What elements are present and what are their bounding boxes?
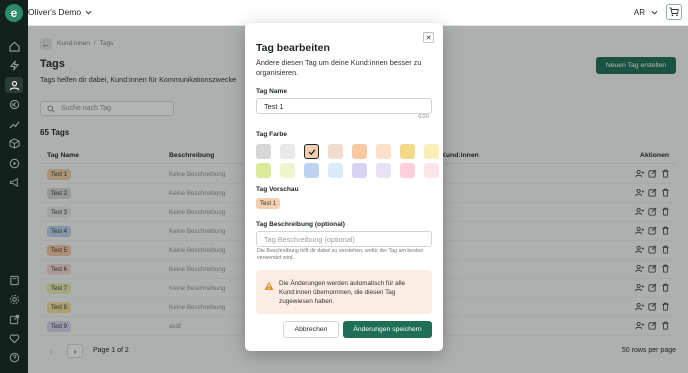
box-icon[interactable]: [8, 137, 20, 149]
workspace-name: Oliver's Demo: [28, 7, 82, 17]
color-swatch[interactable]: [424, 163, 439, 178]
play-icon[interactable]: [8, 157, 20, 169]
color-swatch[interactable]: [400, 144, 415, 159]
color-swatch[interactable]: [280, 144, 295, 159]
tag-name-label: Tag Name: [256, 88, 288, 95]
char-counter: 6/20: [418, 114, 429, 120]
euro-icon[interactable]: [8, 98, 20, 110]
color-swatch[interactable]: [304, 144, 319, 159]
tag-preview-label: Tag Vorschau: [256, 186, 299, 193]
tag-preview: Test 1: [256, 198, 281, 209]
sidebar: e: [0, 0, 28, 373]
chevron-down-icon: [651, 10, 658, 15]
close-icon: ✕: [425, 34, 432, 42]
tag-description-input[interactable]: Tag Beschreibung (optional): [256, 231, 432, 247]
cart-icon: [669, 7, 679, 17]
lightning-icon[interactable]: [8, 59, 20, 71]
cart-button[interactable]: [666, 4, 682, 20]
megaphone-icon[interactable]: [8, 176, 20, 188]
modal-title: Tag bearbeiten: [256, 42, 330, 54]
modal-subtitle: Ändere diesen Tag um deine Kund:innen be…: [256, 58, 422, 77]
settings-icon[interactable]: [8, 293, 20, 305]
color-swatch[interactable]: [280, 163, 295, 178]
color-swatch[interactable]: [376, 163, 391, 178]
save-changes-button[interactable]: Änderungen speichern: [343, 321, 432, 338]
checkmark-icon: [308, 148, 315, 155]
color-swatch[interactable]: [328, 144, 343, 159]
chart-icon[interactable]: [8, 118, 20, 130]
tag-name-input[interactable]: Test 1: [256, 98, 432, 114]
description-hint: Die Beschreibung hilft dir dabei zu vers…: [257, 248, 424, 261]
color-swatch[interactable]: [352, 144, 367, 159]
language-switcher[interactable]: AR: [634, 8, 658, 17]
color-swatch[interactable]: [352, 163, 367, 178]
color-swatch[interactable]: [424, 144, 439, 159]
color-swatch[interactable]: [328, 163, 343, 178]
workspace-switcher[interactable]: Oliver's Demo: [28, 7, 92, 17]
tag-color-label: Tag Farbe: [256, 131, 288, 138]
color-swatch[interactable]: [256, 163, 271, 178]
warning-banner: Die Änderungen werden automatisch für al…: [256, 270, 432, 314]
color-swatch[interactable]: [256, 144, 271, 159]
cancel-button[interactable]: Abbrechen: [283, 321, 339, 338]
warning-text: Die Änderungen werden automatisch für al…: [279, 280, 406, 305]
heart-icon[interactable]: [8, 332, 20, 344]
tag-description-label: Tag Beschreibung (optional): [256, 221, 345, 228]
close-button[interactable]: ✕: [423, 32, 434, 43]
language-label: AR: [633, 8, 645, 17]
customers-icon[interactable]: [5, 77, 23, 93]
logo[interactable]: e: [5, 4, 23, 22]
home-icon[interactable]: [8, 40, 20, 52]
book-icon[interactable]: [8, 274, 20, 286]
warning-icon: [264, 281, 274, 290]
color-swatch[interactable]: [400, 163, 415, 178]
help-icon[interactable]: [8, 351, 20, 363]
color-swatch[interactable]: [304, 163, 319, 178]
chevron-down-icon: [85, 10, 92, 15]
color-swatch[interactable]: [376, 144, 391, 159]
external-link-icon[interactable]: [8, 313, 20, 325]
edit-tag-modal: ✕ Tag bearbeiten Ändere diesen Tag um de…: [245, 23, 443, 351]
